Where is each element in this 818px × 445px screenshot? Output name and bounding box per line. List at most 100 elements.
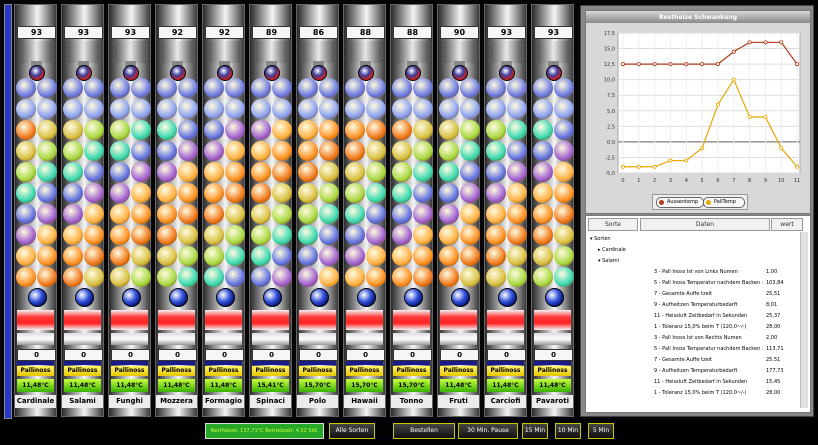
pizza-slot-icon[interactable] — [413, 246, 433, 266]
pizza-slot-icon[interactable] — [439, 78, 459, 98]
tree-row[interactable]: ▾ Salami — [586, 256, 810, 266]
lane-tonno[interactable]: 88 0 Pallinoss 15,70°C Tonno — [390, 4, 433, 417]
pizza-slot-icon[interactable] — [413, 162, 433, 182]
pizza-slot-icon[interactable] — [298, 204, 318, 224]
pizza-slot-icon[interactable] — [157, 267, 177, 287]
pizza-slot-icon[interactable] — [298, 99, 318, 119]
pizza-slot-icon[interactable] — [345, 99, 365, 119]
pizza-slot-icon[interactable] — [298, 120, 318, 140]
pizza-slot-icon[interactable] — [345, 162, 365, 182]
pause-10-button[interactable]: 10 Min — [555, 423, 581, 439]
pizza-slot-icon[interactable] — [204, 204, 224, 224]
pizza-slot-icon[interactable] — [157, 120, 177, 140]
pizza-slot-icon[interactable] — [298, 141, 318, 161]
tree-row[interactable]: 7 - Gesamte Auffe tzeit 25,51 — [586, 289, 810, 299]
pizza-slot-icon[interactable] — [366, 120, 386, 140]
pizza-slot-icon[interactable] — [63, 267, 83, 287]
pizza-slot-icon[interactable] — [507, 225, 527, 245]
pizza-slot-icon[interactable] — [272, 204, 292, 224]
lane-name[interactable]: Formagio — [203, 395, 244, 408]
pizza-slot-icon[interactable] — [84, 183, 104, 203]
pizza-slot-icon[interactable] — [225, 204, 245, 224]
pizza-slot-icon[interactable] — [507, 162, 527, 182]
pizza-slot-icon[interactable] — [460, 99, 480, 119]
pizza-slot-icon[interactable] — [319, 225, 339, 245]
pizza-slot-icon[interactable] — [157, 141, 177, 161]
pizza-slot-icon[interactable] — [298, 246, 318, 266]
lane-pavaroti[interactable]: 93 0 Pallinoss 11,48°C Pavaroti — [531, 4, 574, 417]
pizza-slot-icon[interactable] — [225, 162, 245, 182]
lane-name[interactable]: Hawaii — [344, 395, 385, 408]
pizza-slot-icon[interactable] — [157, 99, 177, 119]
pizza-slot-icon[interactable] — [131, 141, 151, 161]
lane-mozzera[interactable]: 92 0 Pallinoss 11,48°C Mozzera — [155, 4, 198, 417]
pizza-slot-icon[interactable] — [413, 99, 433, 119]
pizza-slot-icon[interactable] — [392, 183, 412, 203]
pizza-slot-icon[interactable] — [554, 204, 574, 224]
pizza-slot-icon[interactable] — [157, 162, 177, 182]
pizza-slot-icon[interactable] — [110, 141, 130, 161]
pizza-slot-icon[interactable] — [460, 225, 480, 245]
pizza-slot-icon[interactable] — [392, 99, 412, 119]
pizza-slot-icon[interactable] — [16, 204, 36, 224]
pizza-slot-icon[interactable] — [251, 162, 271, 182]
header-wert[interactable]: wert — [771, 218, 803, 231]
pizza-slot-icon[interactable] — [319, 78, 339, 98]
pizza-slot-icon[interactable] — [251, 141, 271, 161]
pizza-slot-icon[interactable] — [272, 141, 292, 161]
pizza-slot-icon[interactable] — [460, 183, 480, 203]
pizza-slot-icon[interactable] — [225, 267, 245, 287]
pizza-slot-icon[interactable] — [319, 120, 339, 140]
pizza-slot-icon[interactable] — [554, 162, 574, 182]
tree-scrollbar[interactable] — [800, 232, 808, 408]
pizza-slot-icon[interactable] — [366, 267, 386, 287]
pizza-slot-icon[interactable] — [507, 246, 527, 266]
pizza-slot-icon[interactable] — [178, 78, 198, 98]
pizza-slot-icon[interactable] — [131, 99, 151, 119]
pizza-slot-icon[interactable] — [413, 120, 433, 140]
pizza-slot-icon[interactable] — [272, 183, 292, 203]
pause-30-button[interactable]: 30 Min. Pause — [458, 423, 518, 439]
legend-pall-temp[interactable]: PallTemp — [703, 197, 745, 208]
pizza-slot-icon[interactable] — [110, 120, 130, 140]
pizza-slot-icon[interactable] — [131, 78, 151, 98]
pizza-slot-icon[interactable] — [37, 246, 57, 266]
pizza-slot-icon[interactable] — [37, 141, 57, 161]
legend-aussentemp[interactable]: Aussentemp — [656, 197, 704, 208]
pizza-slot-icon[interactable] — [63, 99, 83, 119]
lane-carciofi[interactable]: 93 0 Pallinoss 11,48°C Carciofi — [484, 4, 527, 417]
pizza-slot-icon[interactable] — [16, 141, 36, 161]
tree-row[interactable]: 5 - Pall Inoss Temperatur nachdem Backen… — [586, 278, 810, 288]
pizza-slot-icon[interactable] — [204, 141, 224, 161]
pizza-slot-icon[interactable] — [486, 162, 506, 182]
pizza-slot-icon[interactable] — [439, 204, 459, 224]
pizza-slot-icon[interactable] — [345, 246, 365, 266]
pizza-slot-icon[interactable] — [131, 225, 151, 245]
pizza-slot-icon[interactable] — [16, 267, 36, 287]
pizza-slot-icon[interactable] — [392, 267, 412, 287]
pizza-slot-icon[interactable] — [37, 120, 57, 140]
lane-name[interactable]: Pavaroti — [532, 395, 573, 408]
pizza-slot-icon[interactable] — [460, 267, 480, 287]
pizza-slot-icon[interactable] — [554, 141, 574, 161]
lane-cardinale[interactable]: 93 0 Pallinoss 11,48°C Cardinale — [14, 4, 57, 417]
pizza-slot-icon[interactable] — [110, 225, 130, 245]
pizza-slot-icon[interactable] — [225, 183, 245, 203]
pizza-slot-icon[interactable] — [439, 225, 459, 245]
pizza-slot-icon[interactable] — [533, 246, 553, 266]
pizza-slot-icon[interactable] — [84, 225, 104, 245]
pizza-slot-icon[interactable] — [507, 78, 527, 98]
pizza-slot-icon[interactable] — [157, 204, 177, 224]
tree-row[interactable]: 7 - Gesamte Auffe tzeit 25,51 — [586, 355, 810, 365]
pizza-slot-icon[interactable] — [507, 120, 527, 140]
lane-hawaii[interactable]: 88 0 Pallinoss 15,70°C Hawaii — [343, 4, 386, 417]
pizza-slot-icon[interactable] — [251, 204, 271, 224]
pizza-slot-icon[interactable] — [319, 162, 339, 182]
pause-5-button[interactable]: 5 Min — [588, 423, 614, 439]
pizza-slot-icon[interactable] — [16, 162, 36, 182]
pizza-slot-icon[interactable] — [392, 246, 412, 266]
pizza-slot-icon[interactable] — [486, 267, 506, 287]
pizza-slot-icon[interactable] — [345, 183, 365, 203]
pizza-slot-icon[interactable] — [225, 246, 245, 266]
tree-row[interactable]: 1 - Toleranz 15,0% beim T (120,0~/-) 28,0… — [586, 388, 810, 398]
